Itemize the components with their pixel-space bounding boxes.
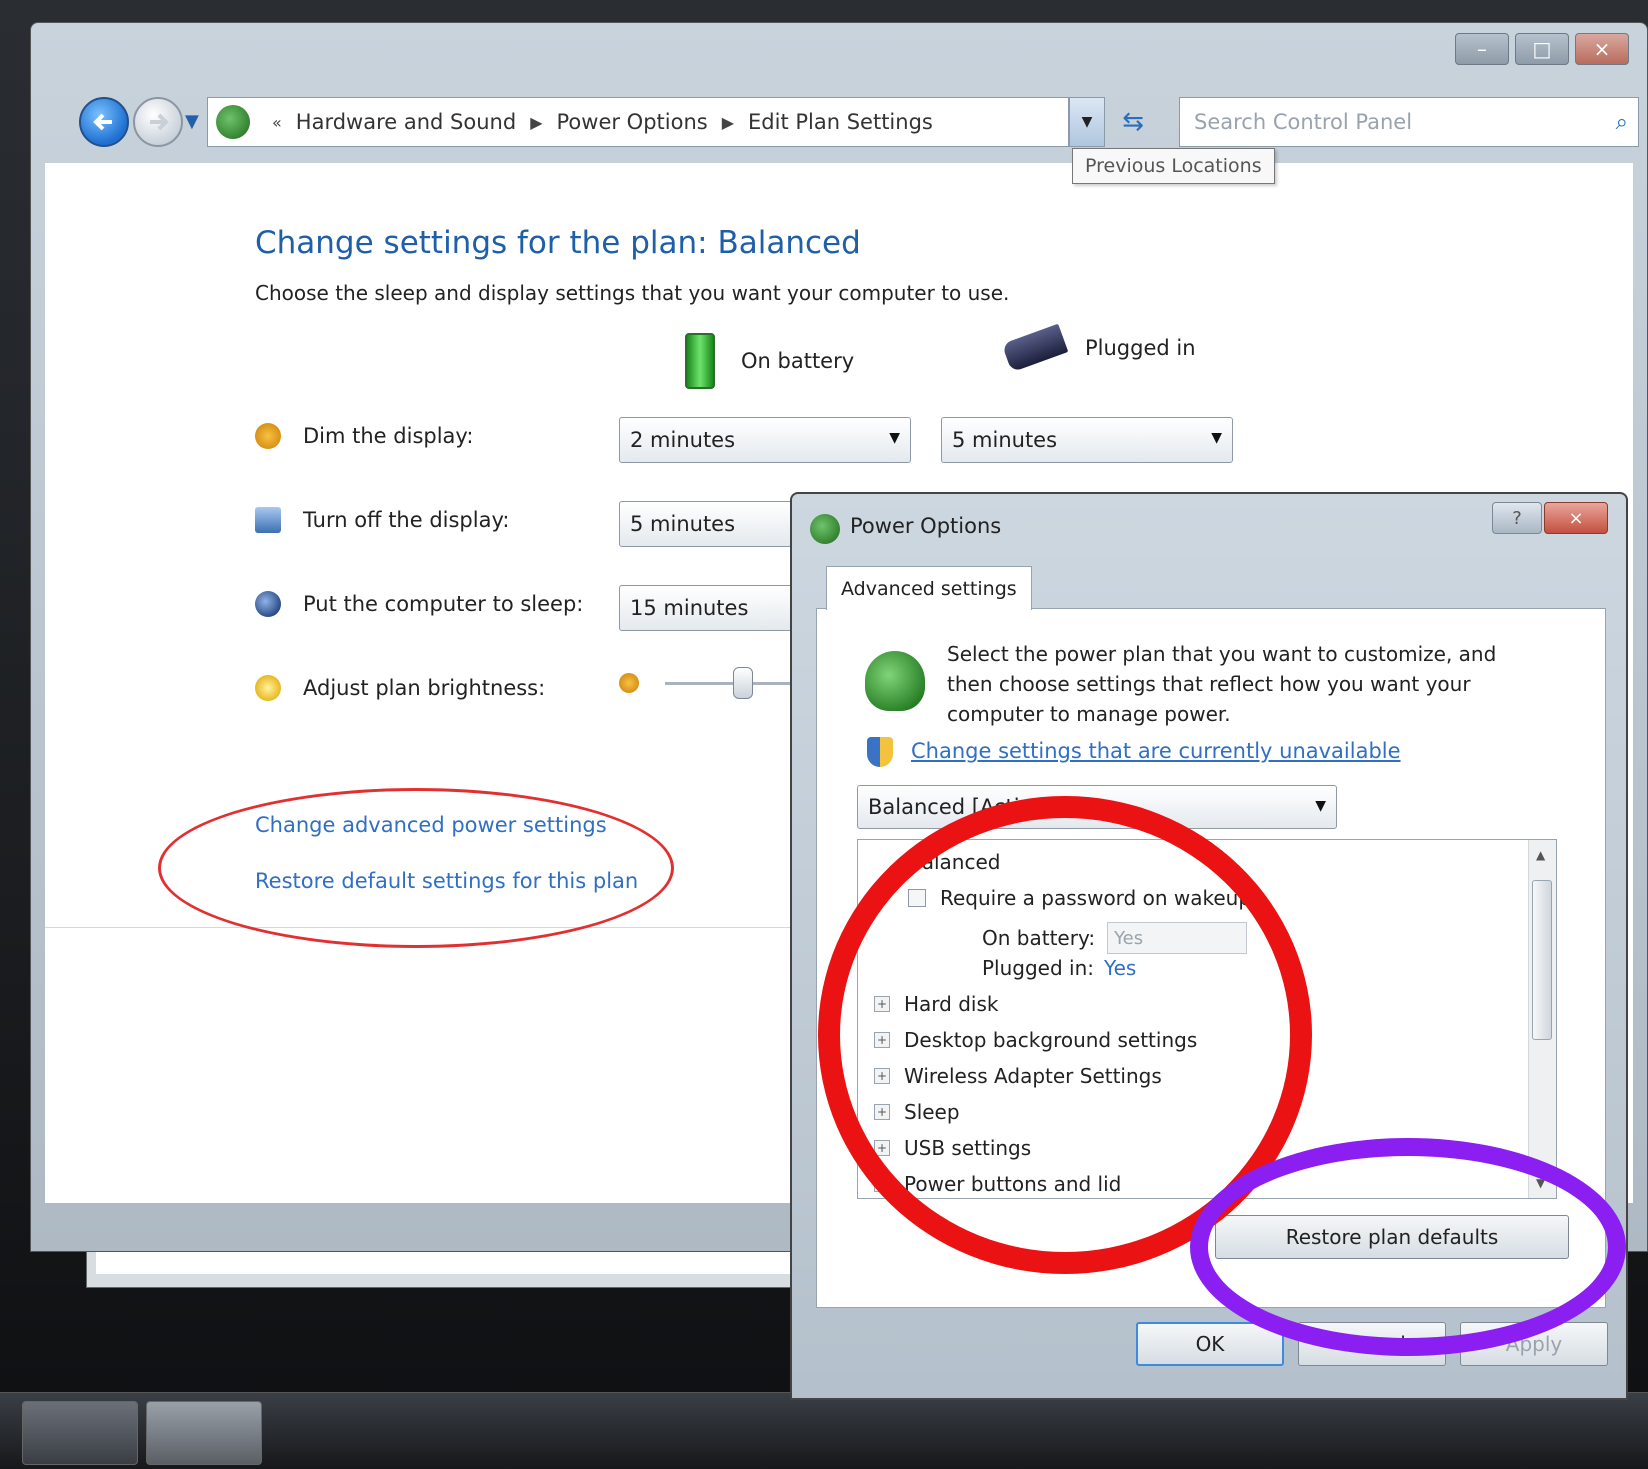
turn-off-display-battery-select[interactable]: 5 minutes (619, 501, 799, 547)
dim-display-row: Dim the display: (255, 423, 473, 449)
dialog-title: Power Options (850, 514, 1002, 538)
dim-display-plugged-select[interactable]: 5 minutes ▼ (941, 417, 1233, 463)
forward-button[interactable] (133, 97, 183, 147)
chevron-down-icon: ▼ (889, 430, 900, 446)
brightness-low-icon (619, 673, 639, 693)
turn-off-display-row: Turn off the display: (255, 507, 509, 533)
panel-description: Select the power plan that you want to c… (947, 642, 1497, 726)
brightness-slider[interactable] (619, 663, 799, 703)
column-on-battery: On battery (685, 333, 854, 389)
breadcrumb-hardware-and-sound[interactable]: Hardware and Sound (296, 110, 516, 134)
taskbar (0, 1392, 1648, 1469)
breadcrumb-power-options[interactable]: Power Options (557, 110, 708, 134)
tab-advanced-settings[interactable]: Advanced settings (826, 566, 1032, 610)
previous-locations-tooltip: Previous Locations (1072, 148, 1275, 184)
dim-display-battery-value: 2 minutes (630, 428, 736, 452)
page-title: Change settings for the plan: Balanced (255, 225, 861, 261)
sleep-label: Put the computer to sleep: (303, 592, 584, 616)
search-input[interactable]: Search Control Panel ⌕ (1179, 97, 1639, 147)
minimize-button[interactable]: – (1455, 33, 1509, 65)
maximize-button[interactable]: □ (1515, 33, 1569, 65)
recent-pages-button[interactable]: ▼ (185, 111, 199, 132)
dialog-close-button[interactable]: × (1544, 502, 1608, 534)
back-arrow-icon (93, 113, 112, 131)
taskbar-control-panel-button[interactable] (22, 1401, 138, 1465)
help-button[interactable]: ? (1492, 502, 1542, 534)
close-button[interactable]: × (1575, 33, 1629, 65)
annotation-red-ellipse-links (158, 788, 674, 948)
taskbar-power-options-button[interactable] (146, 1401, 262, 1465)
power-plan-icon (865, 651, 925, 711)
sleep-moon-icon (255, 591, 281, 617)
slider-thumb[interactable] (733, 667, 753, 699)
turn-off-display-battery-value: 5 minutes (630, 512, 736, 536)
column-plugged-in: Plugged in (1001, 323, 1196, 373)
crumb-overflow-icon[interactable]: « (272, 113, 282, 132)
dim-display-plugged-value: 5 minutes (952, 428, 1058, 452)
address-dropdown-button[interactable]: ▼ (1069, 97, 1105, 147)
power-options-icon (810, 514, 840, 544)
monitor-icon (255, 507, 281, 533)
forward-arrow-icon (150, 113, 169, 131)
column-plugged-in-label: Plugged in (1085, 336, 1196, 360)
change-unavailable-settings-link[interactable]: Change settings that are currently unava… (911, 739, 1401, 763)
column-on-battery-label: On battery (741, 349, 855, 373)
dim-display-icon (255, 423, 281, 449)
breadcrumb-edit-plan-settings[interactable]: Edit Plan Settings (748, 110, 933, 134)
brightness-row: Adjust plan brightness: (255, 675, 545, 701)
tree-scrollbar[interactable]: ▲ ▼ (1528, 840, 1556, 1198)
search-placeholder: Search Control Panel (1194, 110, 1413, 134)
brightness-label: Adjust plan brightness: (303, 676, 546, 700)
window-caption-controls: – □ × (1455, 33, 1629, 65)
battery-icon (685, 333, 715, 389)
search-icon[interactable]: ⌕ (1616, 110, 1628, 135)
breadcrumb-chevron-icon: ▶ (530, 112, 543, 132)
back-button[interactable] (79, 97, 129, 147)
scroll-thumb[interactable] (1532, 880, 1552, 1040)
slider-track[interactable] (665, 682, 799, 685)
address-bar[interactable]: « Hardware and Sound ▶ Power Options ▶ E… (207, 97, 1069, 147)
breadcrumb-chevron-icon: ▶ (721, 112, 735, 132)
power-plug-icon (1001, 323, 1069, 373)
page-subtitle: Choose the sleep and display settings th… (255, 281, 1010, 305)
dim-display-battery-select[interactable]: 2 minutes ▼ (619, 417, 911, 463)
annotation-purple-ellipse-restore (1190, 1138, 1626, 1356)
sleep-row: Put the computer to sleep: (255, 591, 583, 617)
uac-shield-icon (867, 737, 893, 767)
scroll-up-icon[interactable]: ▲ (1536, 848, 1545, 862)
turn-off-display-label: Turn off the display: (303, 508, 510, 532)
brightness-sun-icon (255, 675, 281, 701)
chevron-down-icon: ▼ (1315, 798, 1326, 814)
refresh-icon[interactable]: ⇆ (1109, 97, 1157, 147)
navigation-bar: ▼ « Hardware and Sound ▶ Power Options ▶… (49, 91, 1639, 151)
dim-display-label: Dim the display: (303, 424, 474, 448)
chevron-down-icon: ▼ (1211, 430, 1222, 446)
sleep-battery-value: 15 minutes (630, 596, 749, 620)
sleep-battery-select[interactable]: 15 minutes (619, 585, 799, 631)
control-panel-icon (216, 105, 250, 139)
ok-button[interactable]: OK (1136, 1322, 1284, 1366)
